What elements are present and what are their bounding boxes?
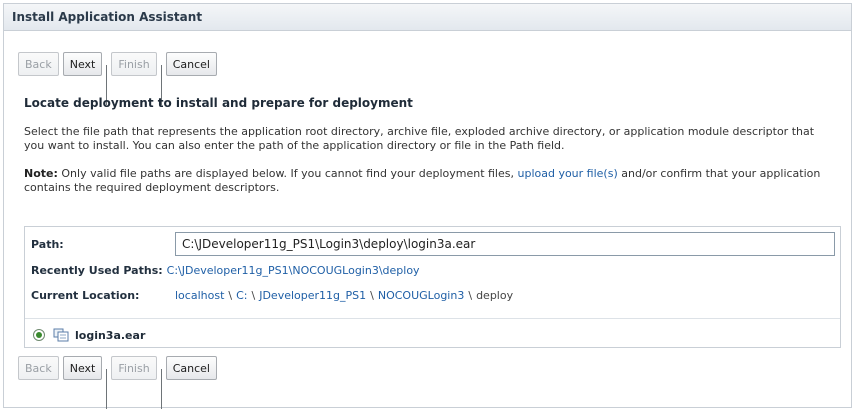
button-divider [160,369,162,409]
main-content: Locate deployment to install and prepare… [24,96,824,209]
top-button-bar: Back Next Finish Cancel [18,51,221,105]
current-location-row: Current Location: localhost \ C: \ JDeve… [25,289,840,302]
note-label: Note: [24,167,58,180]
breadcrumb-separator: \ [228,289,233,302]
description-text: Select the file path that represents the… [24,125,815,152]
path-row: Path: [25,232,840,256]
finish-button-bottom[interactable]: Finish [111,356,157,380]
next-button[interactable]: Next [62,52,103,76]
finish-button[interactable]: Finish [111,52,157,76]
path-label: Path: [31,237,64,251]
install-assistant-panel: Install Application Assistant Back Next … [3,3,852,409]
cancel-button-bottom[interactable]: Cancel [165,356,217,380]
page-heading: Locate deployment to install and prepare… [24,96,413,110]
current-location-label: Current Location: [31,289,140,302]
file-select-radio[interactable] [33,329,45,341]
panel-divider [25,318,840,319]
radio-selected-dot [36,332,42,338]
cancel-button[interactable]: Cancel [165,52,217,76]
breadcrumb-jdeveloper[interactable]: JDeveloper11g_PS1 [259,289,366,302]
breadcrumb-current: deploy [476,289,514,302]
file-name: login3a.ear [75,328,146,342]
upload-files-link[interactable]: upload your file(s) [517,167,617,180]
breadcrumb-separator: \ [370,289,374,302]
file-list-item[interactable]: login3a.ear [33,328,145,342]
recent-path-link[interactable]: C:\JDeveloper11g_PS1\NOCOUGLogin3\deploy [167,264,420,277]
path-panel: Path: Recently Used Paths: C:\JDeveloper… [24,226,841,348]
breadcrumb-drive[interactable]: C: [236,289,247,302]
note-text: Note: Only valid file paths are displaye… [24,167,824,195]
next-button-bottom[interactable]: Next [62,356,103,380]
back-button-bottom[interactable]: Back [18,356,59,380]
breadcrumb-separator: \ [468,289,473,302]
recent-paths-row: Recently Used Paths: C:\JDeveloper11g_PS… [25,264,840,277]
breadcrumb-nocouglogin3[interactable]: NOCOUGLogin3 [378,289,464,302]
bottom-button-bar: Back Next Finish Cancel [18,355,221,409]
breadcrumb: localhost \ C: \ JDeveloper11g_PS1 \ NOC… [175,289,513,302]
breadcrumb-separator: \ [251,289,256,302]
breadcrumb-localhost[interactable]: localhost [175,289,224,302]
path-input[interactable] [175,232,835,256]
window-title: Install Application Assistant [4,4,851,31]
note-text-before: Only valid file paths are displayed belo… [57,167,518,180]
back-button[interactable]: Back [18,52,59,76]
recent-paths-label: Recently Used Paths: [31,264,163,277]
button-divider [106,369,108,409]
ear-archive-icon [53,328,69,342]
